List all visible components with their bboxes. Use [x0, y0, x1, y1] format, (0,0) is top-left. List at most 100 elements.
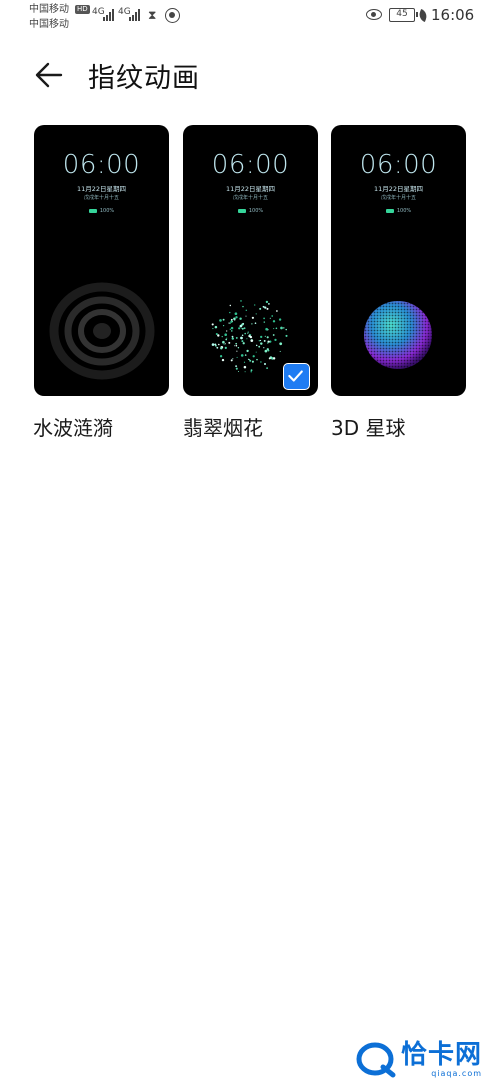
firework-spark: [211, 323, 214, 326]
preview-time: 06:00: [62, 150, 141, 180]
firework-spark: [223, 343, 225, 345]
firework-spark: [237, 370, 240, 373]
animation-label-planet[interactable]: 3D 星球: [331, 412, 405, 441]
firework-spark: [263, 362, 267, 366]
firework-spark: [224, 343, 226, 345]
firework-spark: [266, 336, 269, 339]
back-arrow-icon[interactable]: [32, 58, 66, 92]
battery-level: 45: [396, 9, 408, 19]
firework-spark: [240, 336, 243, 340]
firework-spark: [245, 315, 247, 317]
firework-spark: [255, 344, 258, 347]
firework-spark: [266, 307, 269, 310]
firework-spark: [279, 342, 283, 346]
firework-spark: [230, 359, 233, 362]
battery-icon: [385, 209, 394, 213]
carrier-name-2: 中国移动: [29, 19, 69, 30]
selected-check-badge: [283, 363, 310, 390]
firework-spark: [229, 304, 232, 307]
nfc-icon: [165, 8, 180, 23]
firework-spark: [244, 354, 247, 356]
firework-spark: [251, 316, 254, 319]
firework-spark: [250, 334, 252, 336]
preview-time: 06:00: [211, 150, 290, 180]
status-bar: 中国移动 HD 中国移动 4G 4G ⧗ 45 16:06: [0, 0, 500, 36]
firework-spark: [239, 317, 242, 320]
firework-spark: [241, 327, 243, 330]
firework-spark: [235, 344, 238, 347]
animation-label-fireworks[interactable]: 翡翠烟花: [183, 412, 263, 441]
firework-spark: [254, 304, 256, 306]
battery-icon: [237, 209, 246, 213]
firework-spark: [215, 344, 217, 347]
firework-spark: [231, 335, 234, 338]
firework-spark: [259, 339, 262, 342]
firework-spark: [221, 336, 223, 338]
firework-spark: [280, 326, 283, 330]
firework-spark: [256, 358, 258, 361]
firework-spark: [240, 354, 244, 357]
firework-spark: [216, 346, 219, 349]
animation-label-ripple[interactable]: 水波涟漪: [33, 412, 113, 441]
firework-spark: [219, 319, 222, 322]
firework-spark: [241, 334, 244, 336]
firework-spark: [258, 340, 260, 342]
firework-spark: [220, 347, 223, 350]
firework-spark: [231, 337, 234, 340]
page-title: 指纹动画: [88, 63, 200, 94]
firework-spark: [236, 356, 238, 358]
hd-badge: HD: [75, 5, 90, 14]
firework-spark: [258, 345, 261, 348]
watermark-domain: qiaqa.com: [431, 1068, 483, 1078]
preview-lunar-date: 戊戌年十月十五: [232, 195, 268, 201]
firework-spark: [241, 340, 244, 343]
firework-spark: [259, 307, 262, 310]
battery-icon: [88, 209, 97, 213]
firework-spark: [233, 317, 236, 321]
firework-spark: [269, 317, 271, 319]
firework-spark: [247, 332, 249, 334]
firework-spark: [246, 338, 248, 340]
firework-spark: [285, 328, 287, 331]
firework-spark: [272, 320, 276, 323]
firework-spark: [222, 324, 225, 327]
firework-spark: [222, 340, 225, 344]
firework-spark: [267, 340, 270, 343]
firework-spark: [244, 371, 246, 373]
firework-spark: [229, 311, 231, 314]
animation-card-planet[interactable]: 06:00 11月22日星期四 戊戌年十月十五 100%: [331, 125, 466, 396]
firework-spark: [250, 371, 252, 373]
firework-spark: [230, 330, 233, 332]
watermark-logo: [356, 1042, 396, 1078]
ripple-animation-preview: [49, 282, 155, 380]
firework-spark: [226, 337, 228, 339]
preview-date: 11月22日星期四: [76, 185, 127, 193]
firework-spark: [230, 318, 233, 321]
firework-spark: [242, 342, 245, 345]
firework-spark: [273, 328, 275, 330]
firework-spark: [230, 326, 234, 330]
firework-spark: [238, 327, 241, 330]
animation-card-ripple[interactable]: 06:00 11月22日星期四 戊戌年十月十五 100%: [34, 125, 169, 396]
preview-date: 11月22日星期四: [373, 185, 424, 193]
firework-spark: [268, 357, 271, 360]
firework-spark: [255, 351, 257, 353]
firework-spark: [232, 358, 234, 360]
firework-spark: [245, 309, 248, 312]
firework-spark: [265, 327, 268, 331]
firework-spark: [236, 350, 238, 352]
animation-card-fireworks[interactable]: 06:00 11月22日星期四 戊戌年十月十五 100%: [183, 125, 318, 396]
preview-lunar-date: 戊戌年十月十五: [380, 195, 416, 201]
preview-lunar-date: 戊戌年十月十五: [83, 195, 119, 201]
firework-spark: [283, 327, 285, 329]
firework-spark: [235, 336, 238, 339]
preview-battery: 100%: [331, 208, 466, 214]
firework-spark: [244, 332, 246, 335]
preview-battery: 100%: [34, 208, 169, 214]
firework-spark: [211, 343, 215, 346]
firework-spark: [272, 334, 275, 336]
firework-spark: [219, 355, 223, 358]
firework-spark: [228, 322, 230, 324]
planet-animation-preview: [364, 301, 432, 369]
firework-spark: [264, 306, 267, 309]
